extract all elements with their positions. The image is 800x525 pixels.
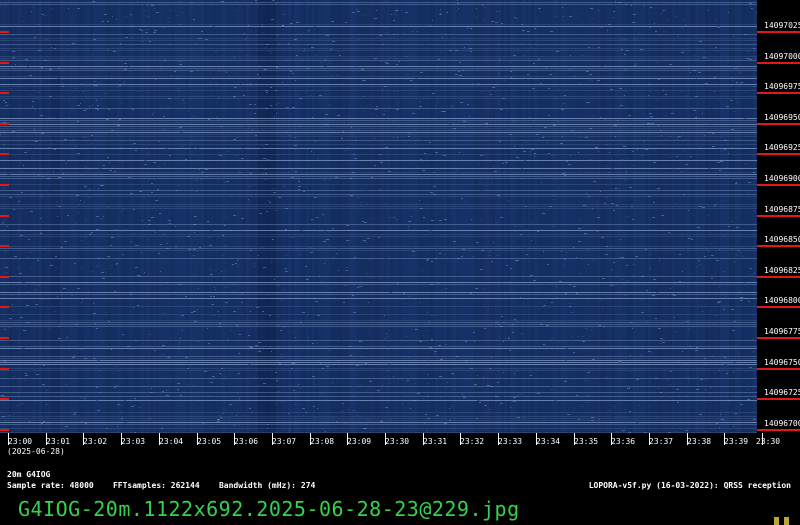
time-label: 23:37 — [649, 437, 674, 446]
time-label: 23:38 — [687, 437, 712, 446]
frequency-tick-left — [0, 337, 9, 339]
time-label: 23:07 — [272, 437, 297, 446]
frequency-label: 14096950 — [764, 113, 800, 122]
time-label: 23:06 — [234, 437, 259, 446]
station-label: 20m G4IOG — [7, 470, 51, 479]
time-label: 23:35 — [574, 437, 599, 446]
frequency-tick-right — [757, 245, 800, 247]
frequency-tick-left — [0, 92, 9, 94]
time-label: 23:04 — [159, 437, 184, 446]
time-label: 23:02 — [83, 437, 108, 446]
frequency-tick-left — [0, 368, 9, 370]
frequency-label: 14096800 — [764, 296, 800, 305]
filename-caption: G4IOG-20m.1122x692.2025-06-28-23@229.jpg — [18, 497, 520, 521]
time-label: 23:08 — [310, 437, 335, 446]
frequency-tick-left — [0, 398, 9, 400]
frequency-tick-right — [757, 337, 800, 339]
time-axis: (2025-06-28) 23:00 23:01 23:02 23:03 23:04 23… — [0, 433, 800, 459]
sample-rate: Sample rate: 48000 — [7, 481, 94, 490]
frequency-label: 14096700 — [764, 419, 800, 428]
frequency-tick-left — [0, 215, 9, 217]
frequency-label: 14096725 — [764, 388, 800, 397]
frequency-tick-left — [0, 276, 9, 278]
frequency-tick-right — [757, 31, 800, 33]
time-label: 23:01 — [46, 437, 71, 446]
frequency-label: 14096875 — [764, 205, 800, 214]
frequency-tick-right — [757, 153, 800, 155]
frequency-tick-left — [0, 245, 9, 247]
frequency-tick-right — [757, 276, 800, 278]
frequency-tick-right — [757, 184, 800, 186]
time-label: 23:00 — [8, 437, 33, 446]
sample-info: Sample rate: 48000 FFTsamples: 262144 Ba… — [7, 481, 315, 491]
corner-mark-icon — [774, 517, 794, 525]
frequency-tick-right — [757, 123, 800, 125]
frequency-tick-left — [0, 123, 9, 125]
bandwidth: Bandwidth (mHz): 274 — [218, 481, 316, 490]
frequency-label: 14096750 — [764, 358, 800, 367]
frequency-tick-left — [0, 184, 9, 186]
frequency-tick-right — [757, 429, 800, 431]
time-label: 23:30 — [385, 437, 410, 446]
frequency-tick-left — [0, 306, 9, 308]
date-label: (2025-06-28) — [7, 447, 65, 456]
waterfall-noise — [0, 0, 757, 433]
waterfall-spectrogram — [0, 0, 757, 433]
time-label: 23:09 — [347, 437, 372, 446]
time-label: 23:33 — [498, 437, 523, 446]
frequency-label: 14096975 — [764, 82, 800, 91]
frequency-label: 14096850 — [764, 235, 800, 244]
time-label: 23:32 — [460, 437, 485, 446]
time-label: 23:05 — [197, 437, 222, 446]
frequency-tick-right — [757, 398, 800, 400]
frequency-tick-right — [757, 368, 800, 370]
frequency-tick-left — [0, 153, 9, 155]
software-label: LOPORA-v5f.py (16-03-2022): QRSS recepti… — [588, 481, 791, 490]
frequency-tick-right — [757, 306, 800, 308]
time-label: 23:34 — [536, 437, 561, 446]
frequency-label: 14096900 — [764, 174, 800, 183]
frequency-tick-left — [0, 31, 9, 33]
frequency-tick-left — [0, 62, 9, 64]
time-label: 23:03 — [121, 437, 146, 446]
time-label: 23:39 — [724, 437, 749, 446]
frequency-label: 14096775 — [764, 327, 800, 336]
time-label: 23:30 — [756, 437, 781, 446]
frequency-tick-right — [757, 215, 800, 217]
frequency-label: 14097000 — [764, 52, 800, 61]
time-label: 23:36 — [611, 437, 636, 446]
frequency-label: 14096925 — [764, 143, 800, 152]
frequency-tick-left — [0, 429, 9, 431]
frequency-tick-right — [757, 62, 800, 64]
frequency-label: 14096825 — [764, 266, 800, 275]
frequency-tick-right — [757, 92, 800, 94]
time-label: 23:31 — [423, 437, 448, 446]
fft-samples: FFTsamples: 262144 — [112, 481, 200, 490]
frequency-label: 14097025 — [764, 21, 800, 30]
